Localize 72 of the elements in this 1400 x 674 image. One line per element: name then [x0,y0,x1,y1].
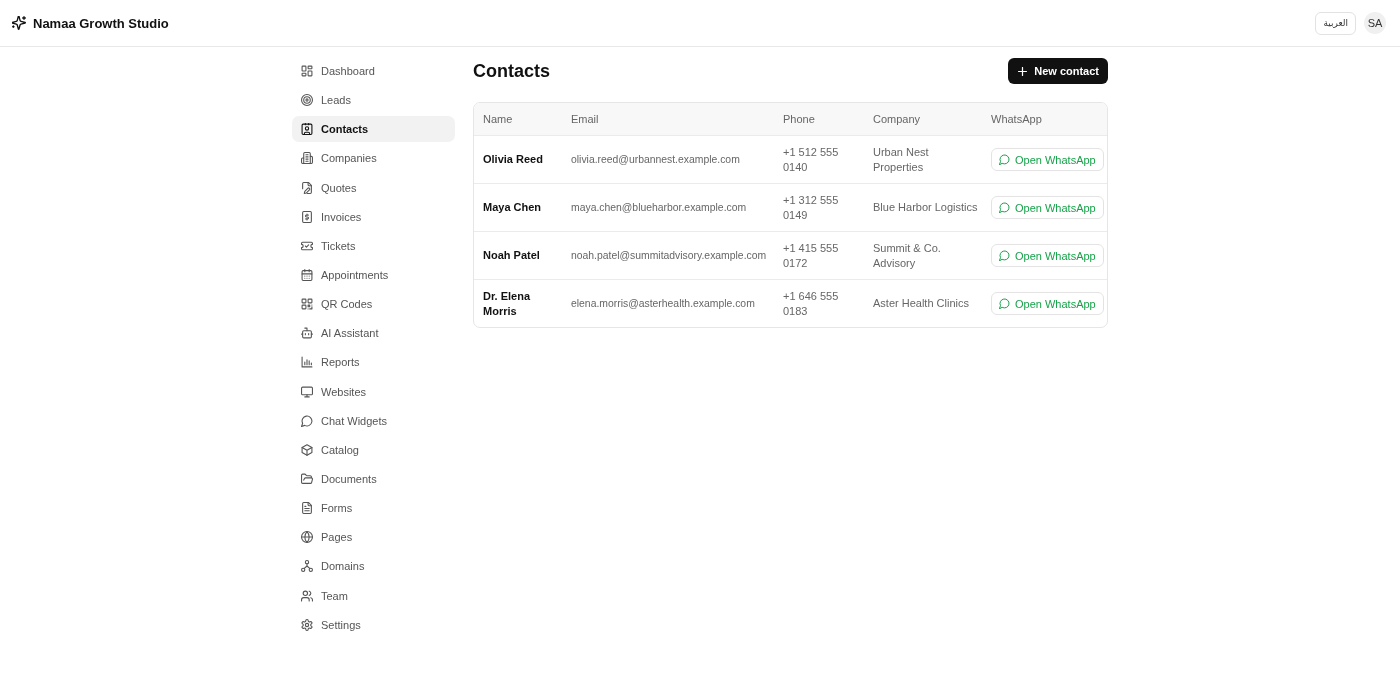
column-header: WhatsApp [990,111,1043,127]
email-cell-text: maya.chen@blueharbor.example.com [570,201,748,215]
column-header: Phone [782,111,816,127]
building-icon [301,152,313,165]
robot-icon [301,327,313,340]
sidebar-item[interactable]: Invoices [292,203,455,230]
phone-cell-text: +1 646 555 0183 [782,288,840,319]
qr-code-icon [301,298,313,311]
phone-cell-text: +1 312 555 0149 [782,192,840,223]
user-avatar[interactable]: SA [1364,12,1386,34]
name-cell-text: Dr. Elena Morris [482,288,532,319]
company-cell-text: Urban Nest Properties [872,144,930,175]
target-icon [301,94,313,107]
file-pen-icon [301,181,313,194]
sparkles-icon [12,16,26,30]
company-cell-text: Summit & Co. Advisory [872,240,942,271]
column-header: Name [482,111,514,127]
page-title: Contacts [473,60,550,82]
sidebar-item[interactable]: Contacts [292,116,455,143]
sidebar-item[interactable]: Settings [292,611,455,638]
company-cell-text: Aster Health Clinics [872,296,970,311]
globe-icon [301,531,313,544]
email-cell-text: noah.patel@summitadvisory.example.com [570,249,768,263]
email-cell-text: olivia.reed@urbannest.example.com [570,153,741,167]
chat-bubble-icon [999,202,1010,213]
name-cell-text: Olivia Reed [482,152,544,167]
name-cell-text: Noah Patel [482,248,541,263]
bar-chart-icon [301,356,313,369]
sidebar-item[interactable]: Chat Widgets [292,407,455,434]
column-header: Company [872,111,922,127]
sidebar-item[interactable]: Companies [292,145,455,172]
phone-cell-text: +1 512 555 0140 [782,144,840,175]
name-cell-text: Maya Chen [482,200,543,215]
phone-cell-text: +1 415 555 0172 [782,240,840,271]
sidebar-item[interactable]: QR Codes [292,291,455,318]
sidebar-item[interactable]: Websites [292,378,455,405]
sidebar-item[interactable]: Team [292,582,455,609]
column-header: Email [570,111,600,127]
sidebar-item[interactable]: Dashboard [292,58,455,84]
sidebar-item[interactable]: Leads [292,87,455,114]
network-icon [301,560,313,573]
app-name: Namaa Growth Studio [33,15,169,31]
sidebar-item[interactable]: Tickets [292,232,455,259]
sidebar-item[interactable]: AI Assistant [292,320,455,347]
sidebar-item[interactable]: Pages [292,524,455,551]
plus-icon [1018,66,1028,76]
folder-icon [301,472,313,485]
sidebar-item[interactable]: Domains [292,553,455,580]
chat-bubble-icon [301,414,313,427]
sidebar-item[interactable]: Catalog [292,436,455,463]
company-cell-text: Blue Harbor Logistics [872,200,979,215]
new-contact-button[interactable]: New contact [1008,58,1108,84]
chat-bubble-icon [999,250,1010,261]
box-icon [301,443,313,456]
sidebar-item[interactable]: Appointments [292,262,455,288]
grid-icon [301,65,313,77]
chat-bubble-icon [999,154,1010,165]
chat-bubble-icon [999,298,1010,309]
sidebar-item[interactable]: Documents [292,465,455,492]
language-button[interactable]: العربية [1315,11,1356,35]
settings-icon [301,618,313,631]
calendar-icon [301,269,313,281]
sidebar-item[interactable]: Forms [292,495,455,522]
ticket-icon [301,239,313,252]
contact-card-icon [301,123,313,136]
sidebar-item[interactable]: Reports [292,349,455,376]
users-icon [301,589,313,602]
email-cell-text: elena.morris@asterhealth.example.com [570,297,756,311]
dollar-receipt-icon [301,210,313,223]
file-icon [301,502,313,515]
sidebar-item[interactable]: Quotes [292,174,455,201]
monitor-icon [301,385,313,398]
